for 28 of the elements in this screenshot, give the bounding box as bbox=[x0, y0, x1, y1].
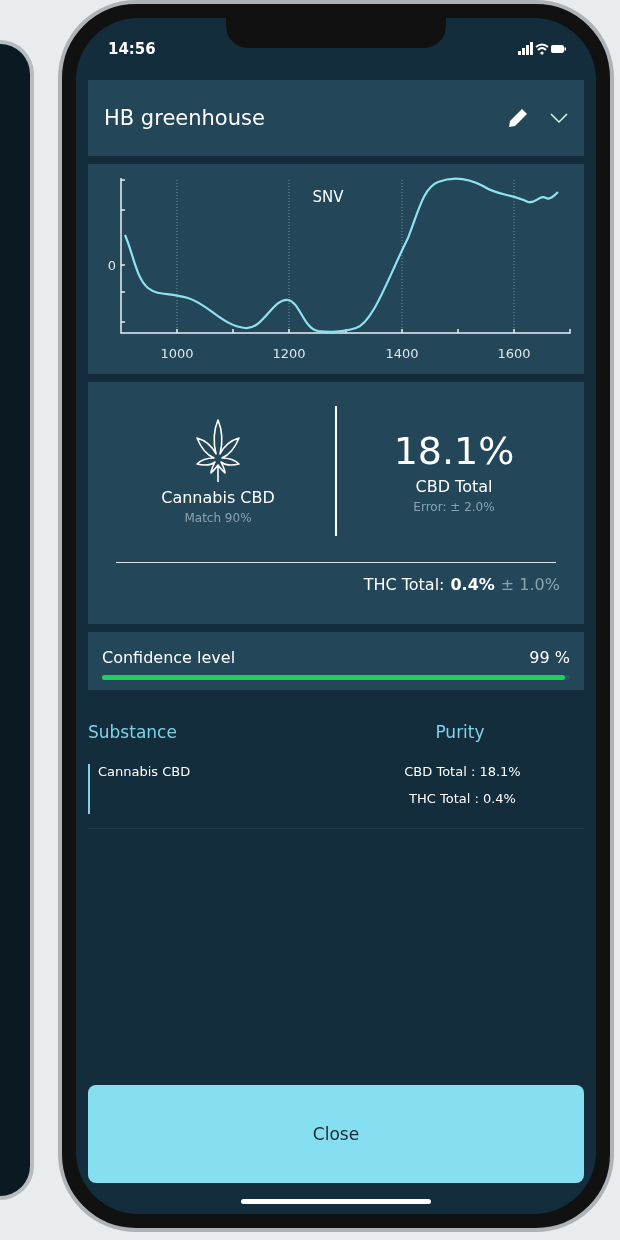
error-text: Error: ± 2.0% bbox=[413, 499, 495, 514]
x-tick-label: 1400 bbox=[385, 346, 419, 361]
thc-error: ± 1.0% bbox=[500, 575, 560, 594]
match-text: Match 90% bbox=[184, 510, 252, 525]
column-header: Purity bbox=[434, 722, 486, 742]
status-icons bbox=[518, 42, 566, 56]
chart-title: SNV bbox=[312, 188, 344, 206]
status-time: 14:56 bbox=[108, 40, 156, 58]
chevron-down-icon[interactable] bbox=[550, 112, 568, 124]
thc-value: 0.4% bbox=[450, 575, 495, 594]
x-tick-label: 1000 bbox=[160, 346, 194, 361]
cannabis-leaf-icon bbox=[195, 417, 241, 484]
x-tick-label: 1600 bbox=[497, 346, 531, 361]
confidence-reading: 99 % bbox=[529, 648, 570, 667]
pencil-icon[interactable] bbox=[506, 106, 530, 130]
cbd-label: CBD Total bbox=[415, 476, 493, 496]
purity-cell: CBD Total : 18.1% bbox=[404, 764, 521, 779]
cbd-value: 18.1% bbox=[393, 428, 515, 473]
close-button[interactable]: Close bbox=[88, 1085, 584, 1183]
column-header: Substance bbox=[88, 722, 178, 742]
x-tick-label: 1200 bbox=[272, 346, 306, 361]
substance-name: Cannabis CBD bbox=[161, 487, 275, 507]
purity-cell: THC Total : 0.4% bbox=[409, 791, 516, 806]
confidence-label: Confidence level bbox=[102, 648, 236, 667]
location-title: HB greenhouse bbox=[104, 106, 266, 130]
thc-label: THC Total: bbox=[363, 575, 445, 594]
y-tick-label: 0 bbox=[107, 258, 117, 273]
substance-cell: Cannabis CBD bbox=[88, 764, 341, 814]
